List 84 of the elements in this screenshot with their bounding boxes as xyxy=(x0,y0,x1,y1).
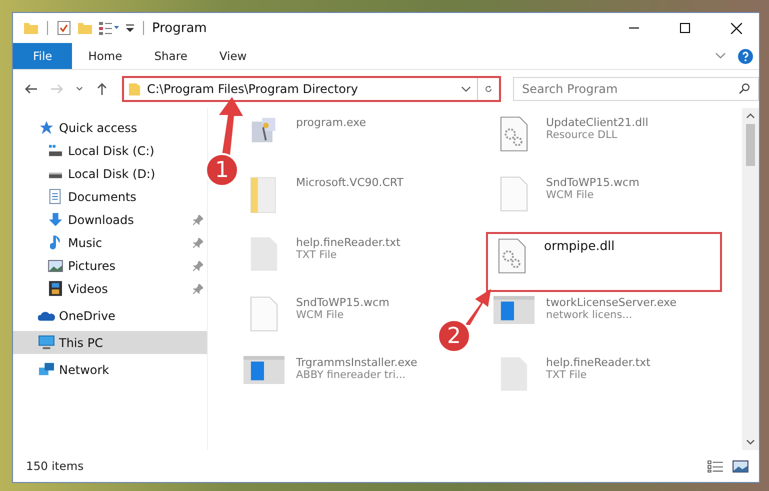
file-item[interactable]: Microsoft.VC90.CRT xyxy=(240,172,404,228)
file-type: network licens... xyxy=(546,309,634,321)
blank-file-icon xyxy=(250,296,278,332)
file-name: SndToWP15.wcm xyxy=(296,296,390,309)
window-title: Program xyxy=(152,20,207,36)
pictures-icon xyxy=(48,260,62,272)
folder-icon xyxy=(128,81,141,97)
file-type: TXT File xyxy=(296,249,338,261)
file-name: TrgrammsInstaller.exe xyxy=(296,356,418,369)
scrollbar[interactable] xyxy=(742,108,759,450)
file-name: help.fineReader.txt xyxy=(546,356,650,369)
sidebar-item[interactable]: Videos xyxy=(13,277,207,300)
file-name: tworkLicenseServer.exe xyxy=(546,296,676,309)
sidebar-item[interactable]: Documents xyxy=(13,185,207,208)
scroll-thumb[interactable] xyxy=(746,124,755,166)
file-name: SndToWP15.wcm xyxy=(546,176,640,189)
search-field[interactable]: Search Program xyxy=(513,77,759,101)
gears-file-icon xyxy=(500,116,528,152)
details-view-icon[interactable] xyxy=(707,460,724,472)
expand-ribbon-icon[interactable] xyxy=(715,52,726,60)
file-item[interactable]: SndToWP15.wcm WCM File xyxy=(240,292,390,348)
ribbon-tab[interactable]: Home xyxy=(72,43,138,69)
file-item[interactable]: TrgrammsInstaller.exe ABBY finereader tri... xyxy=(240,352,418,408)
sidebar-item[interactable]: Local Disk (D:) xyxy=(13,162,207,185)
file-name: help.fineReader.txt xyxy=(296,236,400,249)
download-icon xyxy=(48,212,62,227)
step-badge: 2 xyxy=(437,319,471,353)
maximize-icon[interactable] xyxy=(680,23,690,33)
address-bar[interactable]: C:\Program Files\Program Directory xyxy=(122,76,501,102)
folder-icon xyxy=(250,176,278,216)
sidebar-item[interactable]: Local Disk (C:) xyxy=(13,139,207,162)
gears-file-icon xyxy=(498,238,526,274)
ribbon-tab[interactable]: Share xyxy=(138,43,204,69)
file-type: WCM File xyxy=(296,309,345,321)
text-file-icon xyxy=(500,356,528,392)
star-icon xyxy=(38,120,54,135)
checklist-icon[interactable] xyxy=(56,20,72,36)
file-name: Microsoft.VC90.CRT xyxy=(296,176,404,189)
cloud-icon xyxy=(38,310,54,322)
file-item[interactable]: ormpipe.dll xyxy=(486,232,722,292)
ribbon-tab[interactable]: View xyxy=(203,43,263,69)
document-icon xyxy=(49,189,61,204)
drive-icon xyxy=(48,144,62,157)
help-icon[interactable] xyxy=(738,48,753,64)
film-icon xyxy=(48,281,62,296)
installer-icon xyxy=(493,296,535,324)
computer-icon xyxy=(38,335,54,350)
sidebar-item[interactable]: Network xyxy=(13,358,207,381)
properties-icon[interactable] xyxy=(98,20,120,36)
item-count: 150 items xyxy=(26,459,84,473)
scroll-down-icon[interactable] xyxy=(746,439,755,445)
large-icons-view-icon[interactable] xyxy=(732,460,749,472)
sidebar-item[interactable]: Music xyxy=(13,231,207,254)
file-type: TXT File xyxy=(546,369,588,381)
ribbon-tab[interactable]: File xyxy=(13,43,72,69)
file-type: Resource DLL xyxy=(546,129,618,141)
scroll-up-icon[interactable] xyxy=(746,113,755,119)
file-item[interactable]: SndToWP15.wcm WCM File xyxy=(490,172,640,228)
file-name: program.exe xyxy=(296,116,366,129)
music-note-icon xyxy=(50,235,60,250)
sidebar-item[interactable]: Downloads xyxy=(13,208,207,231)
chevron-down-icon[interactable] xyxy=(461,86,471,92)
installer-icon xyxy=(243,356,285,384)
file-item[interactable]: help.fineReader.txt TXT File xyxy=(490,352,650,408)
blank-file-icon xyxy=(500,176,528,212)
text-file-icon xyxy=(250,236,278,272)
file-item[interactable]: UpdateClient21.dll Resource DLL xyxy=(490,112,648,168)
sidebar-item[interactable]: This PC xyxy=(13,331,207,354)
sidebar-item[interactable]: Quick access xyxy=(13,116,207,139)
file-name: UpdateClient21.dll xyxy=(546,116,648,129)
recent-locations-icon[interactable] xyxy=(75,85,84,93)
file-item[interactable]: help.fineReader.txt TXT File xyxy=(240,232,400,288)
network-icon xyxy=(38,362,54,377)
sidebar-item[interactable]: OneDrive xyxy=(13,304,207,327)
file-item[interactable]: tworkLicenseServer.exe network licens... xyxy=(490,292,676,348)
file-name: ormpipe.dll xyxy=(544,238,615,253)
file-type: WCM File xyxy=(546,189,595,201)
address-path: C:\Program Files\Program Directory xyxy=(147,82,360,96)
file-item[interactable]: program.exe xyxy=(240,112,366,168)
close-icon[interactable] xyxy=(730,22,742,34)
file-type: ABBY finereader tri... xyxy=(296,369,407,381)
search-icon[interactable] xyxy=(738,82,751,95)
step-badge: 1 xyxy=(205,153,239,187)
sidebar-item[interactable]: Pictures xyxy=(13,254,207,277)
